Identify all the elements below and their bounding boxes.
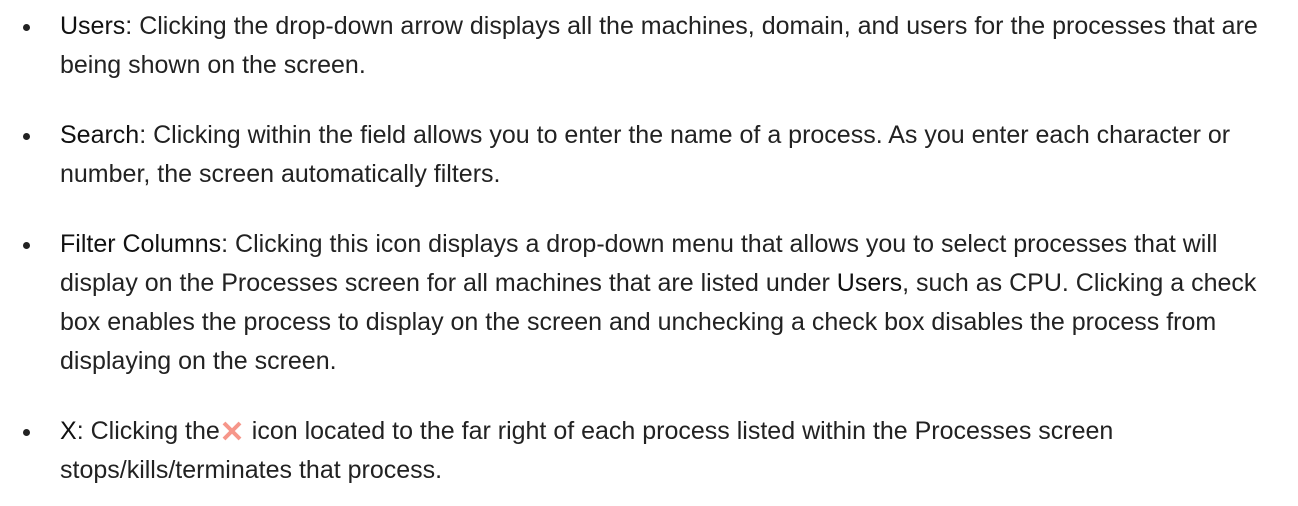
description-x-part1: : Clicking the (76, 417, 220, 445)
list-item-x: X: Clicking the icon located to the far … (0, 412, 1298, 490)
description-users: : Clicking the drop-down arrow displays … (60, 12, 1258, 79)
bullet-dot (23, 133, 30, 140)
list-item-users: Users: Clicking the drop-down arrow disp… (0, 7, 1298, 85)
list-item-filter-columns: Filter Columns: Clicking this icon displ… (0, 225, 1298, 381)
term-filter-columns: Filter Columns (60, 230, 222, 258)
description-search: : Clicking within the field allows you t… (60, 121, 1231, 188)
inline-term-users: Users (836, 269, 903, 297)
term-search: Search (60, 121, 140, 149)
bullet-dot (23, 429, 30, 436)
close-x-icon (222, 421, 242, 441)
term-x: X (60, 417, 77, 445)
term-users: Users (60, 12, 126, 40)
bullet-dot (23, 242, 30, 249)
bullet-dot (23, 24, 30, 31)
document-page: Users: Clicking the drop-down arrow disp… (0, 0, 1298, 506)
list-item-search: Search: Clicking within the field allows… (0, 116, 1298, 194)
bullet-list: Users: Clicking the drop-down arrow disp… (0, 7, 1298, 490)
